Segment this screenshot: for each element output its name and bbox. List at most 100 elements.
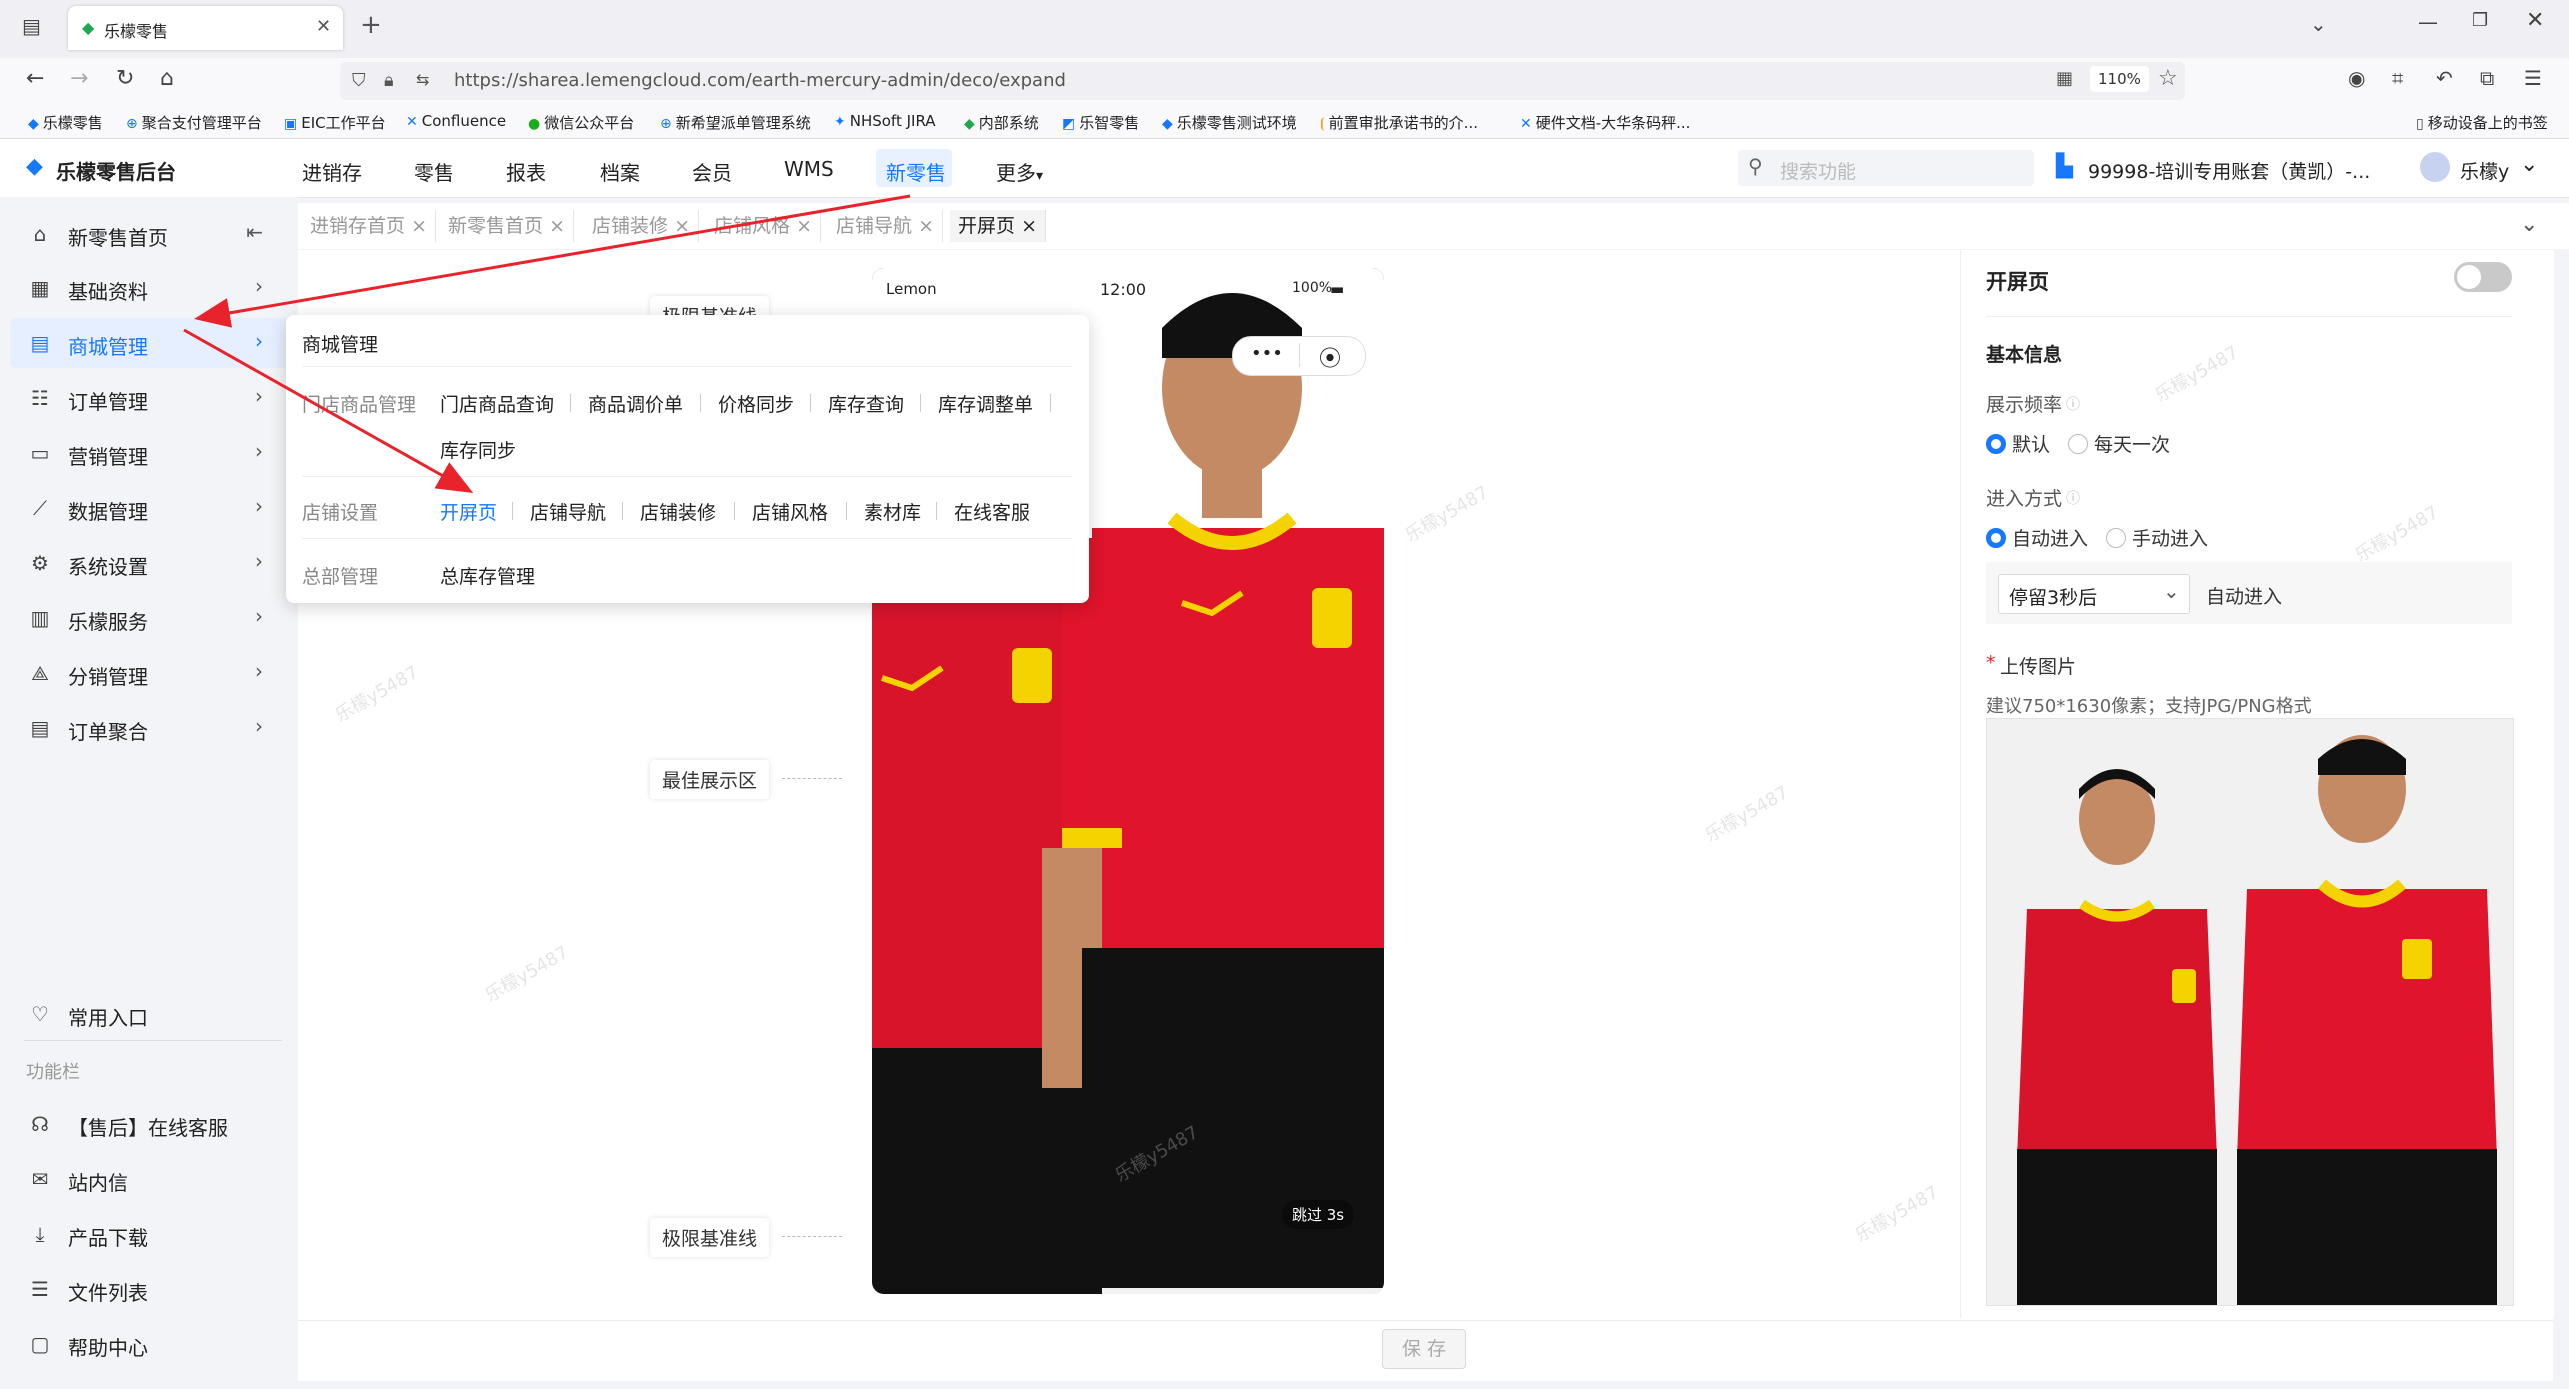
- new-tab-icon[interactable]: +: [360, 10, 382, 40]
- func-item-service[interactable]: ☊ 【售后】在线客服: [22, 1100, 277, 1148]
- help-icon[interactable]: ⓘ: [2066, 488, 2080, 508]
- search-input[interactable]: 搜索功能: [1780, 157, 1856, 184]
- nav-item[interactable]: WMS: [784, 157, 834, 181]
- bookmark-item[interactable]: ◩ 乐智零售: [1062, 112, 1139, 133]
- dropdown-item[interactable]: 店铺风格: [752, 498, 828, 525]
- close-tab-icon[interactable]: ✕: [316, 16, 331, 37]
- zoom-level[interactable]: 110%: [2090, 66, 2149, 92]
- app-logo[interactable]: 乐檬零售后台: [56, 156, 176, 185]
- close-mini-program-icon[interactable]: ⦿: [1319, 341, 1341, 373]
- menu-icon[interactable]: ☰: [2524, 66, 2542, 90]
- page-tab[interactable]: 店铺导航 ×: [828, 210, 943, 242]
- sidebar-item-aggregate[interactable]: ▤ 订单聚合 ›: [22, 704, 277, 752]
- more-dots-icon[interactable]: •••: [1251, 343, 1283, 364]
- bookmark-item[interactable]: ◆ 内部系统: [964, 112, 1039, 133]
- page-tab[interactable]: 店铺风格 ×: [706, 210, 821, 242]
- skip-button[interactable]: 跳过 3s: [1282, 1200, 1355, 1229]
- func-item-files[interactable]: ☰ 文件列表: [22, 1265, 277, 1313]
- sidebar-item-basic[interactable]: ▦ 基础资料 ›: [22, 264, 277, 312]
- bookmark-star-icon[interactable]: ☆: [2158, 66, 2178, 91]
- dropdown-item[interactable]: 在线客服: [954, 498, 1030, 525]
- dropdown-item[interactable]: 商品调价单: [588, 390, 683, 417]
- nav-item[interactable]: 进销存: [302, 157, 362, 186]
- freq-radio-daily[interactable]: [2068, 434, 2088, 454]
- upload-preview[interactable]: [1986, 718, 2514, 1306]
- tabs-overflow-icon[interactable]: ⌄: [2520, 212, 2538, 237]
- nav-more[interactable]: 更多▾: [996, 157, 1043, 186]
- page-tab[interactable]: 新零售首页 ×: [440, 210, 574, 242]
- sidebar-item-orders[interactable]: ☷ 订单管理 ›: [22, 374, 277, 422]
- qr-icon[interactable]: ▦: [2056, 68, 2073, 89]
- collapse-icon[interactable]: ⇤: [246, 220, 263, 244]
- enable-toggle[interactable]: [2454, 262, 2512, 292]
- sidebar-item-data[interactable]: ⟋ 数据管理 ›: [22, 484, 277, 532]
- url-bar[interactable]: ⛉ 🔒︎ ⇆ https://sharea.lemengcloud.com/ea…: [340, 62, 2185, 100]
- minimize-icon[interactable]: —: [2418, 10, 2438, 34]
- dropdown-item[interactable]: 库存查询: [828, 390, 904, 417]
- close-window-icon[interactable]: ✕: [2526, 8, 2544, 33]
- common-entry[interactable]: ♡ 常用入口: [22, 990, 277, 1038]
- sidebar-item-home[interactable]: ⌂ 新零售首页 ⇤: [22, 210, 277, 258]
- restore-icon[interactable]: ❐: [2472, 10, 2488, 31]
- bookmark-item[interactable]: ▣ EIC工作平台: [284, 112, 386, 133]
- nav-item[interactable]: 报表: [506, 157, 546, 186]
- tab-list-icon[interactable]: ▤: [22, 14, 41, 38]
- func-item-message[interactable]: ✉ 站内信: [22, 1155, 277, 1203]
- page-tab-active[interactable]: 开屏页 ×: [950, 210, 1046, 242]
- sidebar-item-distribution[interactable]: ⟁ 分销管理 ›: [22, 649, 277, 697]
- sidebar-item-service[interactable]: ▥ 乐檬服务 ›: [22, 594, 277, 642]
- bookmark-item[interactable]: ◆ 乐檬零售: [28, 112, 103, 133]
- bookmark-item[interactable]: ✦ NHSoft JIRA: [834, 112, 936, 130]
- avatar[interactable]: [2420, 152, 2450, 182]
- nav-item[interactable]: 档案: [600, 157, 640, 186]
- mode-radio-auto[interactable]: [1986, 528, 2006, 548]
- back-icon[interactable]: ←: [26, 66, 44, 91]
- account-icon[interactable]: ◉: [2348, 66, 2365, 90]
- func-item-download[interactable]: ⤓ 产品下载: [22, 1210, 277, 1258]
- page-tab[interactable]: 进销存首页 ×: [302, 210, 436, 242]
- reload-icon[interactable]: ↻: [116, 66, 134, 91]
- dropdown-item[interactable]: 素材库: [864, 498, 921, 525]
- dropdown-item[interactable]: 价格同步: [718, 390, 794, 417]
- search-box[interactable]: ⚲ 搜索功能: [1738, 150, 2034, 186]
- dropdown-item[interactable]: 总库存管理: [440, 562, 535, 589]
- freq-radio-default[interactable]: [1986, 434, 2006, 454]
- freq-option[interactable]: 每天一次: [2094, 430, 2170, 457]
- bookmark-item[interactable]: ⦗ 前置审批承诺书的介...: [1320, 112, 1478, 133]
- bookmark-item[interactable]: ◆ 乐檬零售测试环境: [1162, 112, 1297, 133]
- browser-tab[interactable]: ◆ 乐檬零售 ✕: [68, 6, 343, 50]
- nav-item[interactable]: 零售: [414, 157, 454, 186]
- bookmark-item[interactable]: ⊕ 聚合支付管理平台: [126, 112, 262, 133]
- bookmark-item[interactable]: ● 微信公众平台: [528, 112, 634, 133]
- dropdown-item[interactable]: 店铺装修: [640, 498, 716, 525]
- dropdown-item[interactable]: 库存同步: [440, 436, 516, 463]
- func-item-help[interactable]: ▢ 帮助中心: [22, 1320, 277, 1368]
- help-icon[interactable]: ⓘ: [2066, 394, 2080, 414]
- account-selector[interactable]: 99998-培训专用账套（黄凯）-...: [2088, 157, 2370, 184]
- nav-item[interactable]: 会员: [692, 157, 732, 186]
- forward-icon[interactable]: →: [70, 66, 88, 91]
- dropdown-item[interactable]: 店铺导航: [530, 498, 606, 525]
- chevron-down-icon[interactable]: ⌄: [2520, 152, 2538, 177]
- delay-select[interactable]: 停留3秒后 ⌄: [1998, 574, 2190, 614]
- save-button[interactable]: 保 存: [1382, 1329, 1466, 1369]
- history-back-icon[interactable]: ↶: [2436, 66, 2453, 90]
- capsule-menu[interactable]: ••• ⦿: [1232, 336, 1366, 376]
- sidebar-item-settings[interactable]: ⚙ 系统设置 ›: [22, 539, 277, 587]
- bookmark-item[interactable]: ✕ Confluence: [406, 112, 506, 130]
- dropdown-item[interactable]: 门店商品查询: [440, 390, 554, 417]
- home-browser-icon[interactable]: ⌂: [160, 66, 174, 91]
- page-tab[interactable]: 店铺装修 ×: [584, 210, 699, 242]
- close-icon[interactable]: ×: [411, 215, 427, 237]
- sidebar-item-mall[interactable]: ▤ 商城管理 ›: [22, 319, 277, 367]
- tabs-dropdown-icon[interactable]: ⌄: [2310, 12, 2327, 36]
- mode-option[interactable]: 手动进入: [2132, 524, 2208, 551]
- dropdown-item[interactable]: 库存调整单: [938, 390, 1033, 417]
- nav-item-active[interactable]: 新零售: [886, 157, 946, 186]
- close-icon[interactable]: ×: [674, 215, 690, 237]
- bookmark-item[interactable]: ✕ 硬件文档-大华条码秤...: [1520, 112, 1690, 133]
- bookmark-item[interactable]: ⊕ 新希望派单管理系统: [660, 112, 811, 133]
- extensions-icon[interactable]: ⧉: [2480, 66, 2494, 90]
- sidebar-item-marketing[interactable]: ▭ 营销管理 ›: [22, 429, 277, 477]
- url-text[interactable]: https://sharea.lemengcloud.com/earth-mer…: [454, 70, 1066, 91]
